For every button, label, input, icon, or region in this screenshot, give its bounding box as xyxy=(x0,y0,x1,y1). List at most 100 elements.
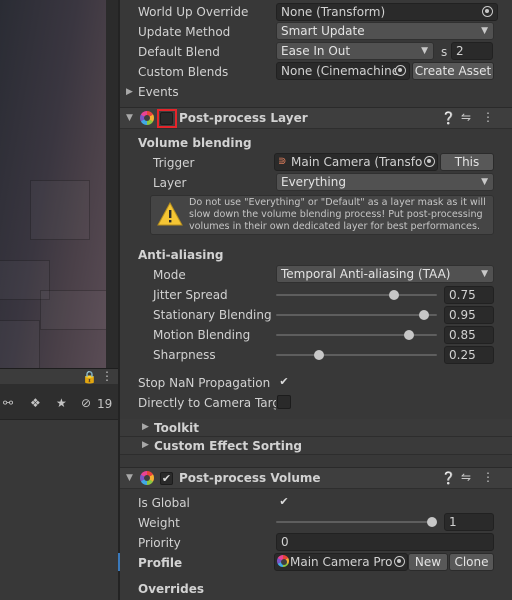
mode-label: Mode xyxy=(153,268,186,282)
slider-value-field[interactable]: 0.25 xyxy=(444,346,494,364)
presets-icon[interactable]: ⇋ xyxy=(461,110,471,124)
post-process-volume-header[interactable]: ▼ ✔ Post-process Volume ❔ ⇋ ⋮ xyxy=(120,467,512,489)
weight-slider-track[interactable] xyxy=(276,521,437,523)
triangle-down-icon[interactable]: ▼ xyxy=(126,113,133,123)
events-foldout[interactable]: Events xyxy=(138,85,179,99)
warning-message: Do not use "Everything" or "Default" as … xyxy=(189,197,486,232)
chevron-down-icon: ▼ xyxy=(481,269,488,279)
volume-blending-heading: Volume blending xyxy=(138,136,252,150)
update-method-value: Smart Update xyxy=(281,24,365,38)
post-process-layer-enabled-checkbox[interactable] xyxy=(160,112,173,125)
default-blend-value: Ease In Out xyxy=(281,44,351,58)
this-button[interactable]: This xyxy=(440,153,494,171)
object-picker-icon[interactable] xyxy=(482,6,493,17)
direct-to-camera-checkbox[interactable] xyxy=(277,395,291,409)
warning-icon xyxy=(157,202,183,226)
world-up-override-field[interactable]: None (Transform) xyxy=(276,3,498,21)
object-picker-icon[interactable] xyxy=(395,65,406,76)
slider-value-field[interactable]: 0.95 xyxy=(444,306,494,324)
priority-label: Priority xyxy=(138,536,181,550)
slider-thumb[interactable] xyxy=(313,350,324,360)
slider-track[interactable] xyxy=(276,354,437,356)
new-profile-button[interactable]: New xyxy=(408,553,448,571)
toolkit-label: Toolkit xyxy=(154,421,200,435)
slider-track[interactable] xyxy=(276,314,437,316)
post-process-logo-icon xyxy=(140,471,154,485)
hierarchy-toolbar: ⚯ ❖ ★ ⊘ 19 xyxy=(0,384,119,420)
slider-track[interactable] xyxy=(276,294,437,296)
star-icon[interactable]: ★ xyxy=(56,396,67,410)
blend-time-field[interactable]: 2 xyxy=(451,42,493,60)
slider-label: Jitter Spread xyxy=(153,288,228,302)
slider-thumb[interactable] xyxy=(404,330,415,340)
triangle-right-icon[interactable]: ▶ xyxy=(142,422,149,432)
more-options-icon[interactable]: ⋮ xyxy=(101,369,113,383)
hidden-eye-icon[interactable]: ⊘ xyxy=(81,396,91,410)
hidden-count: 19 xyxy=(97,397,113,411)
chevron-down-icon: ▼ xyxy=(481,177,488,187)
motion-blending-row: Motion Blending 0.85 xyxy=(120,325,512,345)
custom-blends-field[interactable]: None (Cinemachine xyxy=(276,62,410,80)
custom-effect-sorting-label: Custom Effect Sorting xyxy=(154,439,303,453)
layer-dropdown[interactable]: Everything ▼ xyxy=(276,173,494,191)
lock-icon[interactable]: 🔒 xyxy=(82,370,97,384)
scene-view[interactable] xyxy=(0,0,106,368)
help-icon[interactable]: ❔ xyxy=(441,111,456,125)
slider-value-field[interactable]: 0.85 xyxy=(444,326,494,344)
is-global-label: Is Global xyxy=(138,496,190,510)
anti-aliasing-heading: Anti-aliasing xyxy=(138,248,224,262)
aa-mode-dropdown[interactable]: Temporal Anti-aliasing (TAA) ▼ xyxy=(276,265,494,283)
triangle-down-icon[interactable]: ▼ xyxy=(126,473,133,483)
floor-tile xyxy=(30,180,90,240)
trigger-field[interactable]: ⋑ Main Camera (Transfo xyxy=(274,153,438,171)
presets-icon[interactable]: ⇋ xyxy=(461,470,471,484)
default-blend-label: Default Blend xyxy=(138,45,220,59)
weight-value-field[interactable]: 1 xyxy=(444,513,494,531)
tag-icon[interactable]: ❖ xyxy=(30,396,41,410)
scene-filter-icon[interactable]: ⚯ xyxy=(3,396,13,410)
hierarchy-list[interactable] xyxy=(0,420,119,600)
triangle-right-icon[interactable]: ▶ xyxy=(142,440,149,450)
slider-label: Sharpness xyxy=(153,348,216,362)
stop-nan-checkbox[interactable]: ✔ xyxy=(277,375,291,389)
inspector-panel: World Up Override None (Transform) Updat… xyxy=(118,0,512,600)
hierarchy-header: 🔒 ⋮ xyxy=(0,368,119,384)
profile-label: Profile xyxy=(138,556,183,570)
world-up-override-label: World Up Override xyxy=(138,5,249,19)
layer-value: Everything xyxy=(281,175,346,189)
slider-thumb[interactable] xyxy=(419,310,430,320)
custom-blends-label: Custom Blends xyxy=(138,65,229,79)
jitter-spread-row: Jitter Spread 0.75 xyxy=(120,285,512,305)
is-global-checkbox[interactable]: ✔ xyxy=(277,495,291,509)
world-up-override-value: None (Transform) xyxy=(281,5,386,19)
post-process-layer-header[interactable]: ▼ Post-process Layer ❔ ⇋ ⋮ xyxy=(120,107,512,129)
chevron-down-icon: ▼ xyxy=(481,26,488,36)
slider-thumb[interactable] xyxy=(389,290,400,300)
trigger-value: Main Camera (Transfo xyxy=(291,155,423,169)
profile-value: Main Camera Pro xyxy=(290,555,393,569)
stationary-blending-row: Stationary Blending 0.95 xyxy=(120,305,512,325)
more-options-icon[interactable]: ⋮ xyxy=(482,110,494,124)
triangle-right-icon[interactable]: ▶ xyxy=(126,87,133,97)
clone-profile-button[interactable]: Clone xyxy=(449,553,494,571)
post-process-volume-enabled-checkbox[interactable]: ✔ xyxy=(160,472,173,485)
help-icon[interactable]: ❔ xyxy=(441,471,456,485)
profile-field[interactable]: Main Camera Pro xyxy=(274,553,408,571)
priority-field[interactable]: 0 xyxy=(276,533,494,551)
object-picker-icon[interactable] xyxy=(424,156,435,167)
custom-effect-sorting-foldout[interactable]: ▶ Custom Effect Sorting xyxy=(120,437,512,455)
post-process-volume-title: Post-process Volume xyxy=(179,471,321,485)
default-blend-dropdown[interactable]: Ease In Out ▼ xyxy=(276,42,434,60)
floor-tile xyxy=(40,290,106,330)
object-picker-icon[interactable] xyxy=(394,556,405,567)
slider-value-field[interactable]: 0.75 xyxy=(444,286,494,304)
create-asset-button[interactable]: Create Asset xyxy=(412,62,494,80)
transform-icon: ⋑ xyxy=(278,156,287,167)
update-method-dropdown[interactable]: Smart Update ▼ xyxy=(276,22,494,40)
more-options-icon[interactable]: ⋮ xyxy=(482,470,494,484)
chevron-down-icon: ▼ xyxy=(421,46,428,56)
stop-nan-label: Stop NaN Propagation xyxy=(138,376,271,390)
toolkit-foldout[interactable]: ▶ Toolkit xyxy=(120,419,512,437)
post-process-layer-title: Post-process Layer xyxy=(179,111,308,125)
weight-slider-thumb[interactable] xyxy=(427,517,437,527)
